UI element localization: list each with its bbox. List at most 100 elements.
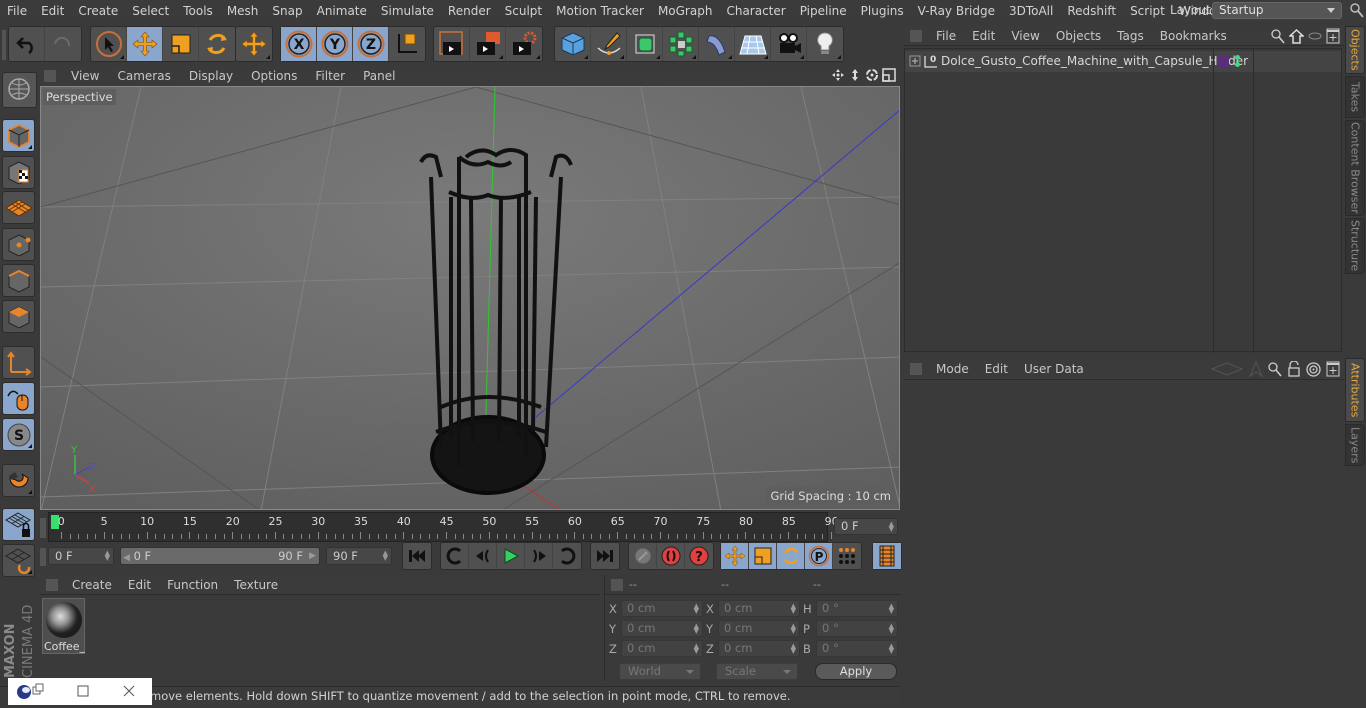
- attribute-menu-user-data[interactable]: User Data: [1016, 362, 1092, 376]
- tab-structure[interactable]: Structure: [1345, 218, 1365, 274]
- record-rotation-button[interactable]: [777, 543, 805, 569]
- material-grip[interactable]: [46, 578, 58, 591]
- search-icon[interactable]: [1350, 3, 1364, 19]
- solo-mode-button[interactable]: S: [2, 418, 35, 451]
- undo-button[interactable]: [9, 27, 45, 61]
- spinner-icon[interactable]: ▲ ▼: [694, 643, 699, 655]
- move-view-icon[interactable]: [831, 68, 845, 82]
- rot-h-field[interactable]: 0 ° ▲ ▼: [816, 600, 898, 617]
- material-menu-create[interactable]: Create: [64, 578, 120, 592]
- edges-mode-button[interactable]: [2, 264, 35, 297]
- recent-tools-button[interactable]: [236, 27, 272, 61]
- axis-mode-button[interactable]: [2, 346, 35, 379]
- object-menu-bookmarks[interactable]: Bookmarks: [1152, 29, 1235, 43]
- make-editable-button[interactable]: [2, 72, 37, 108]
- object-row[interactable]: 0 Dolce_Gusto_Coffee_Machine_with_Capsul…: [905, 51, 1341, 72]
- back-forward-icon[interactable]: [1210, 362, 1244, 376]
- transport-grip[interactable]: [40, 548, 46, 566]
- size-mode-dropdown[interactable]: Scale: [716, 663, 798, 680]
- z-axis-lock-button[interactable]: Z: [353, 27, 389, 61]
- menu-vray-bridge[interactable]: V-Ray Bridge: [911, 4, 1002, 18]
- attribute-menu-edit[interactable]: Edit: [977, 362, 1016, 376]
- spinner-icon[interactable]: ▲ ▼: [105, 550, 110, 562]
- live-selection-button[interactable]: [91, 27, 127, 61]
- scale-button[interactable]: [163, 27, 199, 61]
- light-button[interactable]: [807, 27, 843, 61]
- column-divider[interactable]: [1213, 49, 1214, 353]
- object-menu-tags[interactable]: Tags: [1109, 29, 1152, 43]
- object-menu-objects[interactable]: Objects: [1048, 29, 1109, 43]
- editor-visibility-dot[interactable]: [1235, 55, 1240, 60]
- size-y-field[interactable]: 0 cm ▲ ▼: [718, 620, 800, 637]
- range-right-arrow-icon[interactable]: ▶: [309, 548, 316, 564]
- render-visibility-dot[interactable]: [1235, 62, 1240, 67]
- zoom-view-icon[interactable]: [848, 68, 862, 82]
- timeline-grip[interactable]: [40, 518, 46, 538]
- material-swatch[interactable]: Coffee_I: [42, 598, 85, 654]
- texture-mode-button[interactable]: [2, 156, 35, 189]
- menu-create[interactable]: Create: [71, 4, 125, 18]
- rot-p-field[interactable]: 0 ° ▲ ▼: [816, 620, 898, 637]
- toggle-layout-icon[interactable]: [882, 68, 896, 82]
- up-arrow-icon[interactable]: [1249, 361, 1263, 377]
- camera-button[interactable]: [771, 27, 807, 61]
- viewport-menu-panel[interactable]: Panel: [354, 69, 404, 83]
- render-settings-button[interactable]: [506, 27, 542, 61]
- menu-snap[interactable]: Snap: [265, 4, 309, 18]
- rotate-button[interactable]: [199, 27, 235, 61]
- record-point-level-button[interactable]: [833, 543, 861, 569]
- menu-redshift[interactable]: Redshift: [1060, 4, 1123, 18]
- menu-3dtoall[interactable]: 3DToAll: [1002, 4, 1060, 18]
- polygons-mode-button[interactable]: [2, 300, 35, 333]
- record-active-objects-button[interactable]: [629, 543, 657, 569]
- view-toggle-icon[interactable]: [1308, 31, 1322, 41]
- workplane-mode-button[interactable]: [2, 191, 35, 224]
- autokeying-button[interactable]: [657, 543, 685, 569]
- layout-dropdown[interactable]: Startup: [1212, 2, 1342, 19]
- new-view-icon[interactable]: [1326, 361, 1340, 377]
- menu-mesh[interactable]: Mesh: [220, 4, 266, 18]
- rot-b-field[interactable]: 0 ° ▲ ▼: [816, 640, 898, 657]
- coordinate-space-dropdown[interactable]: World: [619, 663, 701, 680]
- pos-z-field[interactable]: 0 cm ▲ ▼: [621, 640, 703, 657]
- cinema4d-app-icon[interactable]: [17, 685, 31, 699]
- cloner-button[interactable]: [663, 27, 699, 61]
- column-divider[interactable]: [1253, 49, 1254, 353]
- timeline-ruler[interactable]: 0 5 10 15 20 25 30 35 40 45 50 55 60 65 70 75 80 85 90: [48, 512, 839, 542]
- viewport-menu-view[interactable]: View: [62, 69, 108, 83]
- object-manager-grip[interactable]: [910, 29, 922, 42]
- record-parameter-button[interactable]: P: [805, 543, 833, 569]
- deformer-button[interactable]: [699, 27, 735, 61]
- end-frame-field[interactable]: 90 F ▲ ▼: [326, 547, 392, 565]
- object-menu-view[interactable]: View: [1003, 29, 1047, 43]
- redo-button[interactable]: [45, 27, 81, 61]
- pos-x-field[interactable]: 0 cm ▲ ▼: [621, 600, 703, 617]
- spinner-icon[interactable]: ▲ ▼: [791, 603, 796, 615]
- model-mode-button[interactable]: [2, 119, 35, 152]
- menu-animate[interactable]: Animate: [310, 4, 374, 18]
- maximize-icon[interactable]: [77, 685, 89, 697]
- render-to-picture-viewer-button[interactable]: [470, 27, 506, 61]
- render-view-button[interactable]: [434, 27, 470, 61]
- timeline-window-button[interactable]: [873, 543, 901, 569]
- spinner-icon[interactable]: ▲ ▼: [889, 623, 894, 635]
- spinner-icon[interactable]: ▲ ▼: [694, 623, 699, 635]
- points-mode-button[interactable]: [2, 228, 35, 261]
- go-to-end-button[interactable]: [591, 543, 619, 569]
- previous-key-button[interactable]: [441, 543, 469, 569]
- viewport-menu-filter[interactable]: Filter: [306, 69, 354, 83]
- close-icon[interactable]: [123, 685, 135, 697]
- layer-color-swatch[interactable]: [1217, 55, 1229, 67]
- spinner-icon[interactable]: ▲ ▼: [889, 603, 894, 615]
- target-icon[interactable]: [1306, 361, 1321, 377]
- expand-icon[interactable]: [909, 55, 921, 67]
- menu-render[interactable]: Render: [441, 4, 498, 18]
- menu-plugins[interactable]: Plugins: [854, 4, 911, 18]
- y-axis-lock-button[interactable]: Y: [317, 27, 353, 61]
- object-menu-edit[interactable]: Edit: [964, 29, 1003, 43]
- next-frame-button[interactable]: [525, 543, 553, 569]
- record-scale-button[interactable]: [749, 543, 777, 569]
- lock-workplane-button[interactable]: [2, 508, 35, 541]
- perspective-viewport[interactable]: Y Z X Perspective Grid Spacing : 10 cm: [40, 86, 900, 510]
- menu-edit[interactable]: Edit: [34, 4, 71, 18]
